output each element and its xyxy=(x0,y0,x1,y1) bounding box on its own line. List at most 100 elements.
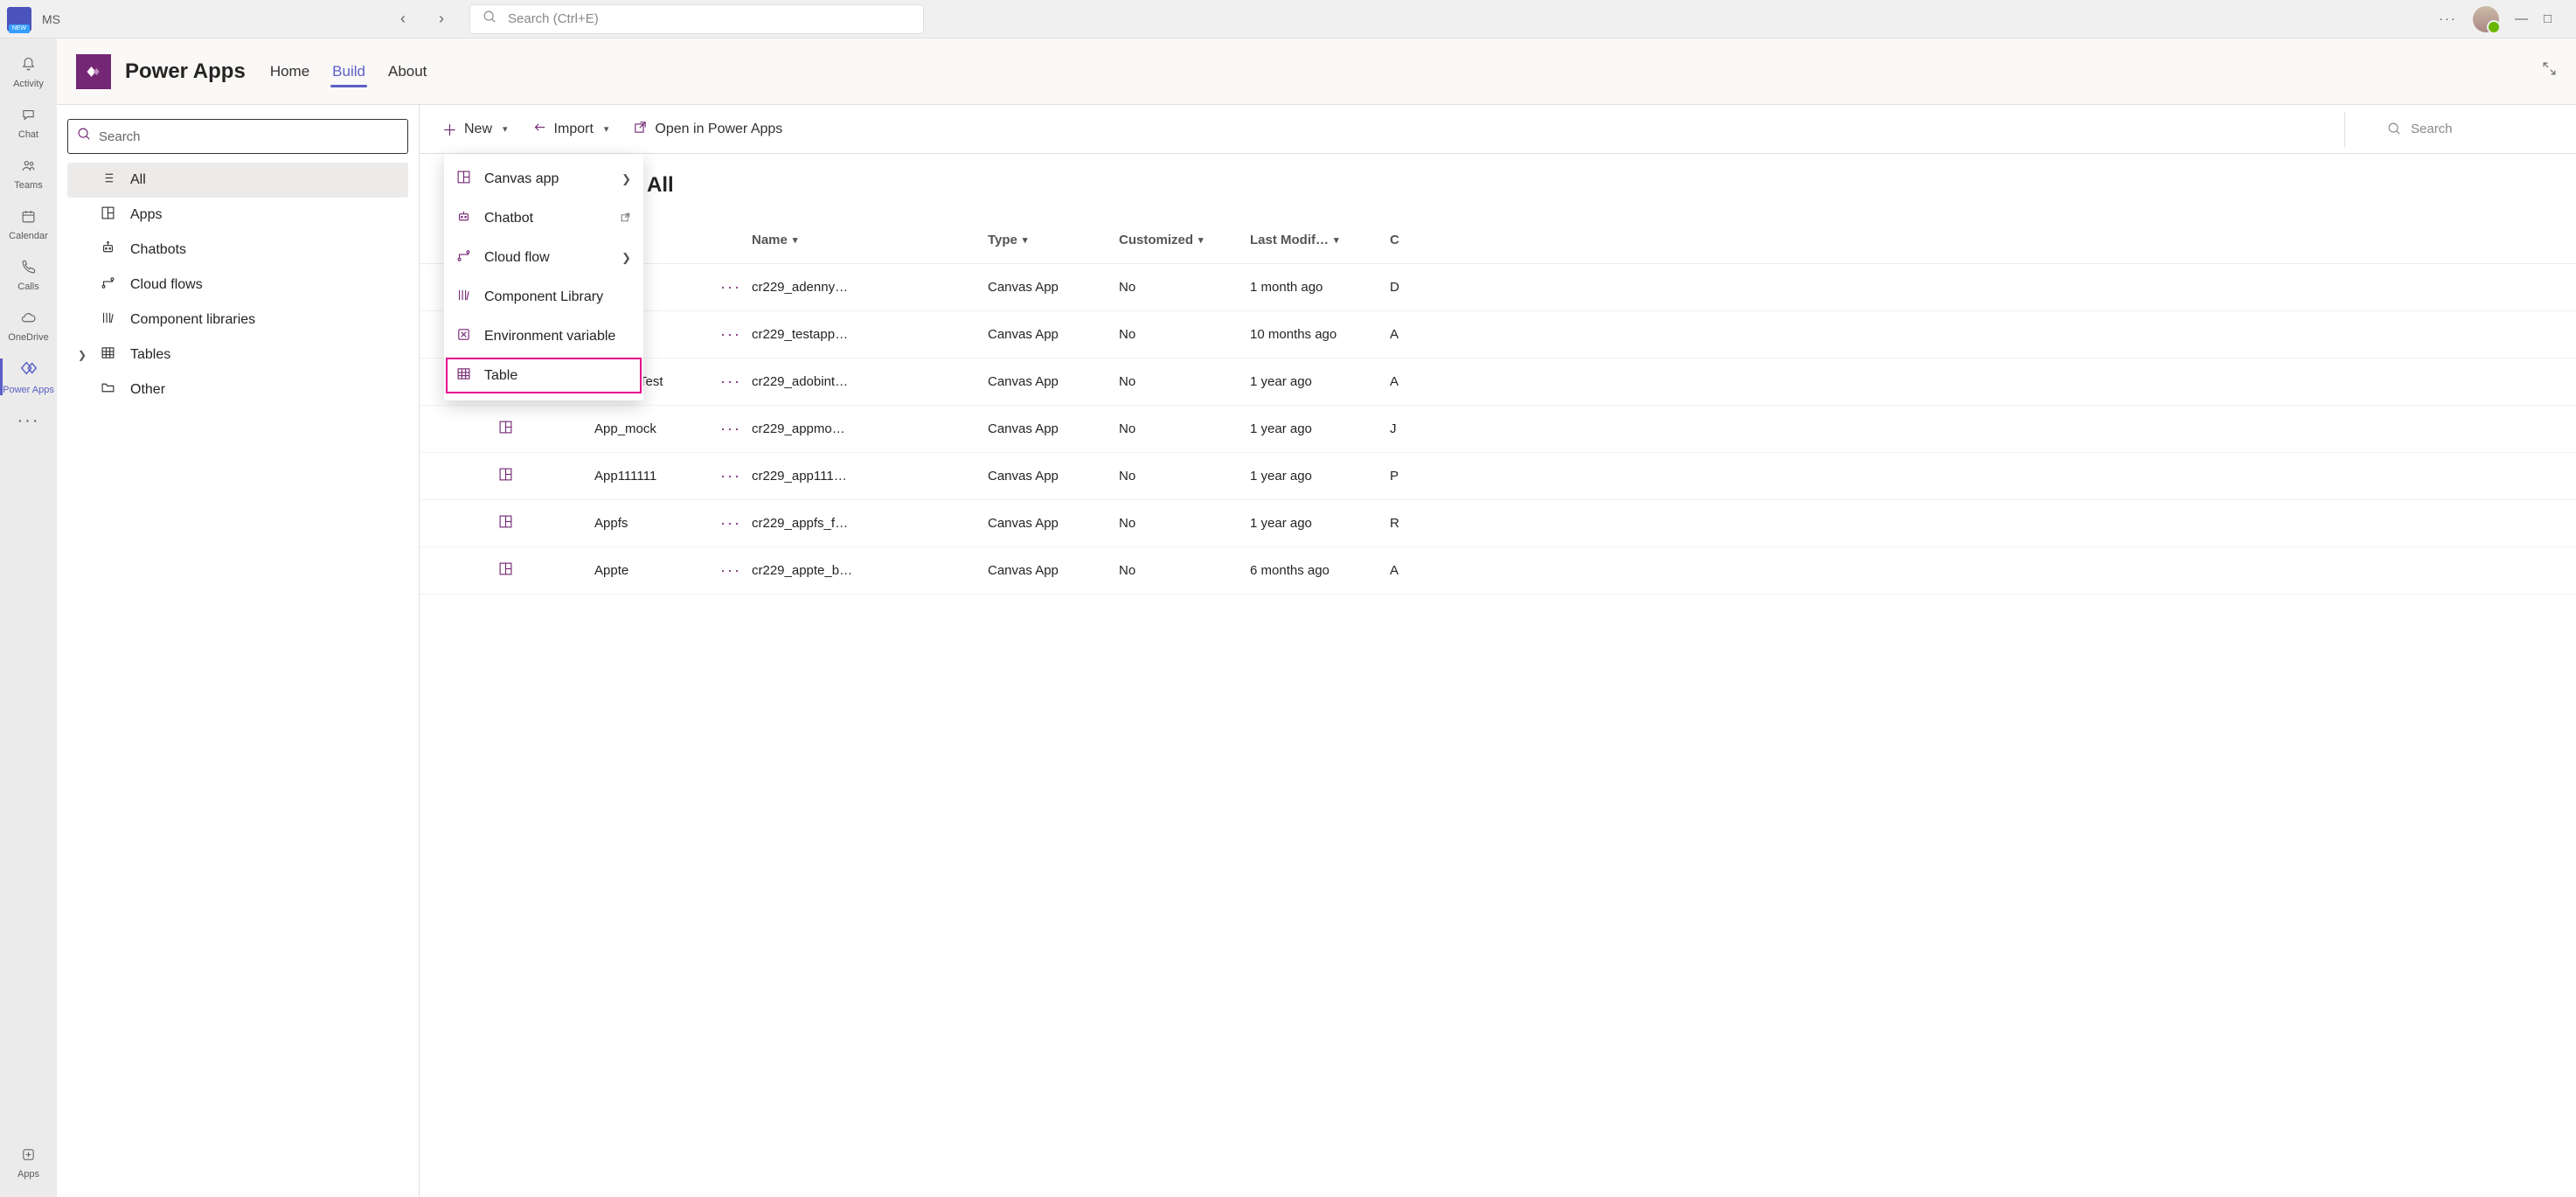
rail-chat[interactable]: Chat xyxy=(0,98,57,147)
column-owner[interactable]: C xyxy=(1390,233,1425,247)
table-row[interactable]: Appte···cr229_appte_b…Canvas AppNo6 mont… xyxy=(420,547,2576,595)
new-button[interactable]: ＋ New ▾ xyxy=(442,118,508,140)
cell-modified: 1 year ago xyxy=(1250,374,1390,389)
column-label: Name xyxy=(752,233,788,247)
sidebar-item-label: Other xyxy=(130,382,165,398)
forward-button[interactable]: › xyxy=(431,10,452,28)
canvas-icon xyxy=(498,561,513,581)
table-row[interactable]: Test···cr229_adobint…Canvas AppNo1 year … xyxy=(420,358,2576,406)
row-more-button[interactable]: ··· xyxy=(720,561,752,580)
cell-modified: 1 year ago xyxy=(1250,421,1390,436)
items-list: All me ↑ ▾ Name ▾ Type xyxy=(420,154,2576,1197)
canvas-icon xyxy=(456,170,472,189)
global-search[interactable]: Search (Ctrl+E) xyxy=(469,4,924,34)
row-more-button[interactable]: ··· xyxy=(720,467,752,485)
rail-apps-store[interactable]: Apps xyxy=(0,1138,57,1187)
sidebar-search[interactable]: Search xyxy=(67,119,408,154)
rail-teams[interactable]: Teams xyxy=(0,149,57,198)
avatar[interactable] xyxy=(2473,6,2499,32)
row-more-button[interactable]: ··· xyxy=(720,420,752,438)
rail-item-label: Apps xyxy=(17,1169,39,1180)
cell-type: Canvas App xyxy=(988,421,1119,436)
cell-owner: A xyxy=(1390,327,1425,342)
list-search[interactable]: Search xyxy=(2387,122,2545,136)
column-type[interactable]: Type ▾ xyxy=(988,233,1119,247)
rail-power-apps[interactable]: Power Apps xyxy=(0,351,57,402)
sidebar-item-all[interactable]: All xyxy=(67,163,408,198)
dropdown-item-cloud-flow[interactable]: Cloud flow ❯ xyxy=(444,238,643,277)
tab-build[interactable]: Build xyxy=(330,44,367,100)
dropdown-item-label: Canvas app xyxy=(484,171,559,187)
table-row[interactable]: App_mock···cr229_appmo…Canvas AppNo1 yea… xyxy=(420,406,2576,453)
sidebar-item-other[interactable]: Other xyxy=(67,372,408,407)
dropdown-item-environment-variable[interactable]: Environment variable xyxy=(444,317,643,356)
cell-customized: No xyxy=(1119,469,1250,484)
sidebar-item-chatbots[interactable]: Chatbots xyxy=(67,233,408,268)
org-code: MS xyxy=(42,12,60,26)
import-button[interactable]: Import ▾ xyxy=(532,120,609,139)
cloud-icon xyxy=(0,308,57,331)
cell-name: cr229_testapp… xyxy=(752,327,988,342)
window-minimize-button[interactable]: — xyxy=(2515,11,2528,26)
tab-home[interactable]: Home xyxy=(268,44,311,100)
chevron-right-icon: ❯ xyxy=(621,172,631,186)
power-apps-logo-icon xyxy=(76,54,111,89)
sidebar-item-apps[interactable]: Apps xyxy=(67,198,408,233)
cell-name: cr229_appfs_f… xyxy=(752,516,988,531)
cell-modified: 1 year ago xyxy=(1250,469,1390,484)
chevron-right-icon: ❯ xyxy=(621,251,631,265)
sidebar-item-cloud-flows[interactable]: Cloud flows xyxy=(67,268,408,303)
rail-item-label: Calendar xyxy=(9,231,48,241)
tab-about[interactable]: About xyxy=(386,44,428,100)
cell-modified: 10 months ago xyxy=(1250,327,1390,342)
dropdown-item-canvas-app[interactable]: Canvas app ❯ xyxy=(444,159,643,198)
cell-owner: D xyxy=(1390,280,1425,295)
cell-customized: No xyxy=(1119,516,1250,531)
row-more-button[interactable]: ··· xyxy=(720,372,752,391)
window-maximize-button[interactable]: □ xyxy=(2544,11,2552,26)
rail-more[interactable]: ··· xyxy=(0,404,57,440)
rail-onedrive[interactable]: OneDrive xyxy=(0,301,57,350)
app-rail: Activity Chat Teams Calendar Calls xyxy=(0,38,57,1197)
table-row[interactable]: ···cr229_adenny…Canvas AppNo1 month agoD xyxy=(420,264,2576,311)
cell-type: Canvas App xyxy=(988,280,1119,295)
table-row[interactable]: ···cr229_testapp…Canvas AppNo10 months a… xyxy=(420,311,2576,358)
back-button[interactable]: ‹ xyxy=(392,10,413,28)
rail-activity[interactable]: Activity xyxy=(0,47,57,96)
rail-calendar[interactable]: Calendar xyxy=(0,199,57,248)
table-row[interactable]: App111111···cr229_app111…Canvas AppNo1 y… xyxy=(420,453,2576,500)
column-name[interactable]: Name ▾ xyxy=(752,233,988,247)
column-modified[interactable]: Last Modif… ▾ xyxy=(1250,233,1390,247)
table-row[interactable]: Appfs···cr229_appfs_f…Canvas AppNo1 year… xyxy=(420,500,2576,547)
sidebar-item-tables[interactable]: ❯ Tables xyxy=(67,338,408,372)
cell-display-name: App111111 xyxy=(594,469,656,484)
chevron-down-icon: ▾ xyxy=(503,123,508,135)
column-label: Type xyxy=(988,233,1017,247)
history-nav: ‹ › xyxy=(392,10,452,28)
expand-icon[interactable] xyxy=(2542,61,2557,81)
open-in-power-apps-button[interactable]: Open in Power Apps xyxy=(633,120,782,139)
rail-calls[interactable]: Calls xyxy=(0,250,57,299)
bot-icon xyxy=(456,209,472,228)
search-icon xyxy=(483,10,497,29)
dropdown-item-label: Component Library xyxy=(484,289,603,305)
sidebar-item-component-libraries[interactable]: Component libraries xyxy=(67,303,408,338)
rail-item-label: Teams xyxy=(14,180,42,191)
row-more-button[interactable]: ··· xyxy=(720,514,752,532)
variable-icon xyxy=(456,327,472,346)
bell-icon xyxy=(0,54,57,77)
column-customized[interactable]: Customized ▾ xyxy=(1119,233,1250,247)
dropdown-item-chatbot[interactable]: Chatbot xyxy=(444,198,643,238)
dropdown-item-component-library[interactable]: Component Library xyxy=(444,277,643,317)
dropdown-item-table[interactable]: Table xyxy=(444,356,643,395)
chevron-down-icon: ▾ xyxy=(1198,234,1204,246)
row-more-button[interactable]: ··· xyxy=(720,325,752,344)
sidebar-item-label: Component libraries xyxy=(130,312,255,328)
power-apps-icon xyxy=(0,358,57,383)
app-tabs: Home Build About xyxy=(268,44,429,100)
row-more-button[interactable]: ··· xyxy=(720,278,752,296)
button-label: Open in Power Apps xyxy=(655,122,782,137)
section-title: All xyxy=(420,164,2576,217)
canvas-icon xyxy=(498,420,513,439)
more-options-icon[interactable]: ··· xyxy=(2439,11,2457,26)
